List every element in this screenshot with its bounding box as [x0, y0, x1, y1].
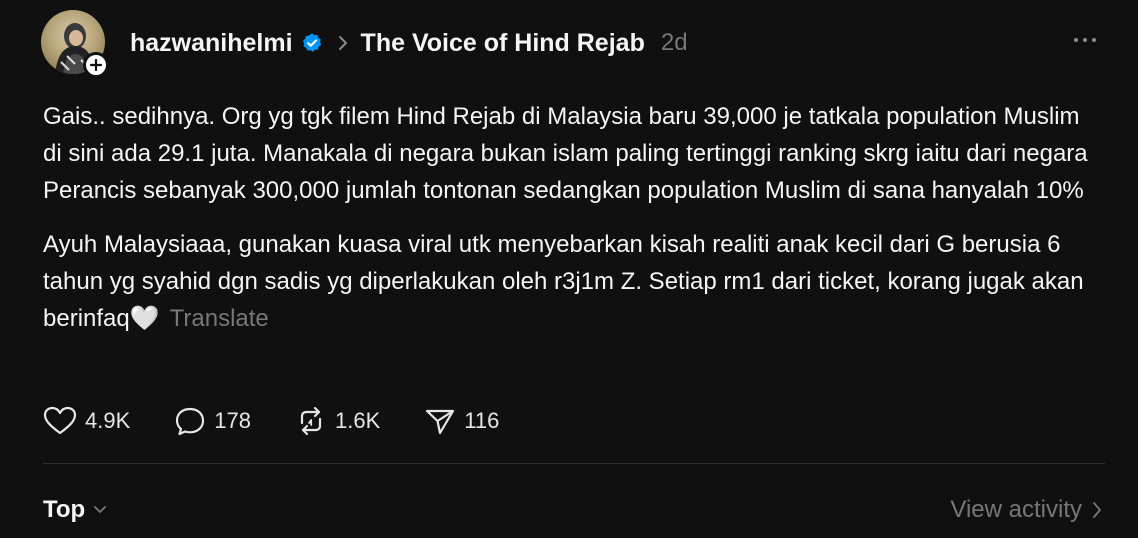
send-icon	[426, 409, 455, 435]
chevron-down-icon	[94, 506, 107, 513]
like-button[interactable]: 4.9K	[43, 406, 130, 436]
more-options-icon[interactable]	[1074, 38, 1096, 42]
divider	[43, 463, 1105, 464]
verified-badge-icon	[301, 32, 323, 54]
sort-dropdown[interactable]: Top	[43, 496, 107, 524]
repost-count: 1.6K	[334, 408, 381, 433]
plus-icon	[90, 59, 102, 71]
chevron-right-icon	[1093, 502, 1101, 518]
like-count: 4.9K	[85, 408, 131, 433]
follow-button[interactable]	[83, 52, 109, 78]
share-button[interactable]: 116	[424, 406, 499, 436]
share-count: 116	[464, 408, 500, 433]
chevron-right-icon	[337, 34, 349, 52]
more-dot	[1092, 38, 1096, 42]
view-activity-label: View activity	[950, 496, 1082, 523]
post-paragraph-1: Gais.. sedihnya. Org yg tgk filem Hind R…	[43, 103, 1088, 204]
author-username[interactable]: hazwanihelmi	[130, 29, 293, 58]
post-header: hazwanihelmi The Voice of Hind Rejab 2d	[130, 26, 688, 60]
translate-link[interactable]: Translate	[170, 305, 269, 332]
sort-label: Top	[43, 496, 86, 523]
more-dot	[1083, 38, 1087, 42]
view-activity-link[interactable]: View activity	[950, 496, 1102, 524]
post-actions: 4.9K 178 1.6K 116	[43, 406, 543, 436]
repost-button[interactable]: 1.6K	[295, 406, 380, 436]
reply-button[interactable]: 178	[174, 406, 251, 436]
more-dot	[1074, 38, 1078, 42]
author-avatar-container[interactable]	[41, 10, 109, 78]
post-paragraph-2: Ayuh Malaysiaaa, gunakan kuasa viral utk…	[43, 226, 1093, 337]
post-time: 2d	[660, 29, 688, 56]
community-link[interactable]: The Voice of Hind Rejab	[361, 29, 645, 58]
heart-icon	[43, 406, 77, 435]
comment-icon	[176, 407, 205, 436]
post-body: Gais.. sedihnya. Org yg tgk filem Hind R…	[43, 98, 1093, 354]
repost-icon	[300, 406, 322, 436]
reply-count: 178	[214, 408, 251, 433]
